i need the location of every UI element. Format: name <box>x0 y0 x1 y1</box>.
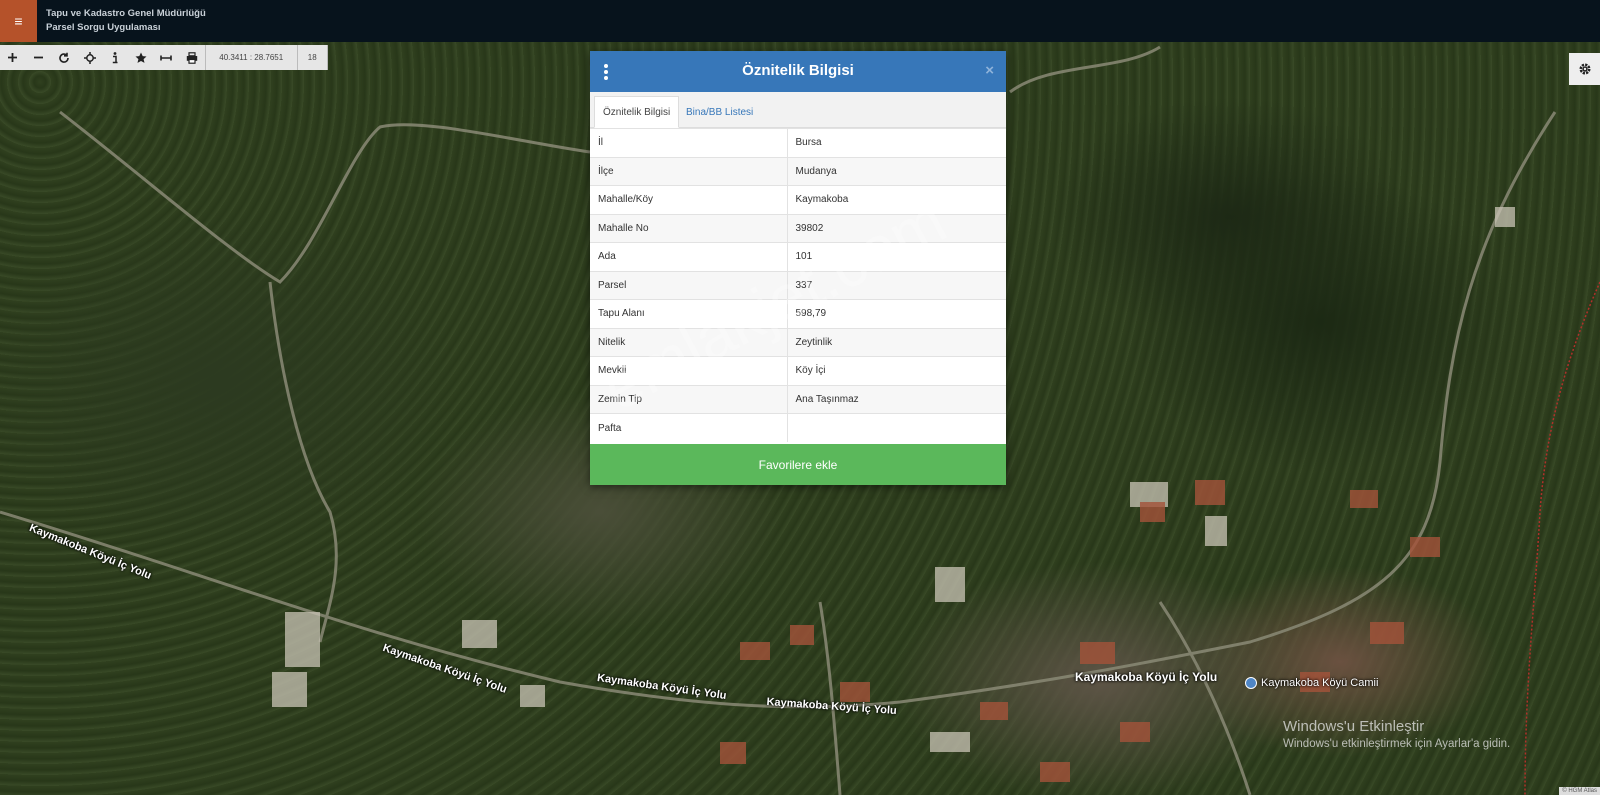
map-toolbar: 40.3411 : 28.7651 18 <box>0 45 328 70</box>
map-copyright: © HGM Atlas <box>1559 787 1600 795</box>
tab-building-list[interactable]: Bina/BB Listesi <box>678 96 761 128</box>
locate-icon <box>83 51 96 64</box>
zoom-out-icon <box>33 56 43 59</box>
close-icon[interactable]: × <box>985 62 994 79</box>
gear-icon <box>1579 63 1590 75</box>
attr-key: Mahalle/Köy <box>590 185 788 214</box>
menu-icon: ≡ <box>14 13 23 29</box>
attr-value: Ana Taşınmaz <box>787 384 1006 414</box>
info-icon <box>112 51 118 63</box>
favorites-button[interactable] <box>128 45 154 70</box>
table-row: İlçe Mudanya <box>590 156 1006 186</box>
popup-title: Öznitelik Bilgisi <box>742 62 854 79</box>
windows-activation-title: Windows'u Etkinleştir <box>1283 718 1425 735</box>
poi-label: Kaymakoba Köyü Camii <box>1245 677 1378 689</box>
attr-value: Mudanya <box>787 156 1006 186</box>
measure-icon <box>160 55 173 60</box>
app-header: ≡ Tapu ve Kadastro Genel Müdürlüğü Parse… <box>0 0 1600 42</box>
measure-button[interactable] <box>154 45 180 70</box>
refresh-button[interactable] <box>51 45 77 70</box>
refresh-icon <box>59 52 69 63</box>
attr-value: Zeytinlik <box>787 327 1006 357</box>
zoom-level-readout: 18 <box>296 45 327 70</box>
attr-key: Pafta <box>590 413 788 442</box>
app-title-line2: Parsel Sorgu Uygulaması <box>46 22 161 33</box>
attr-key: İlçe <box>590 156 788 186</box>
print-icon <box>186 51 198 64</box>
tab-attribute-info[interactable]: Öznitelik Bilgisi <box>594 96 680 128</box>
mosque-pin-icon <box>1245 677 1257 689</box>
locate-button[interactable] <box>77 45 103 70</box>
star-icon <box>135 52 147 63</box>
zoom-out-button[interactable] <box>26 45 52 70</box>
print-button[interactable] <box>179 45 205 70</box>
zoom-in-icon <box>8 53 18 62</box>
info-button[interactable] <box>102 45 128 70</box>
table-row: Mahalle/Köy Kaymakoba <box>590 185 1006 214</box>
attr-value: Bursa <box>787 128 1006 157</box>
attr-key: Mahalle No <box>590 213 788 243</box>
windows-activation-notice: Windows'u Etkinleştir Windows'u etkinleş… <box>1283 718 1510 750</box>
popup-tabs: Öznitelik Bilgisi Bina/BB Listesi <box>590 92 1006 128</box>
table-row: Pafta <box>590 413 1006 442</box>
menu-button[interactable]: ≡ <box>0 0 37 42</box>
windows-activation-subtitle: Windows'u etkinleştirmek için Ayarlar'a … <box>1283 738 1511 750</box>
app-title-line1: Tapu ve Kadastro Genel Müdürlüğü <box>46 8 206 19</box>
attr-key: İl <box>590 128 788 157</box>
attr-value <box>787 413 1006 442</box>
popup-header: Öznitelik Bilgisi × <box>590 51 1006 92</box>
app-title: Tapu ve Kadastro Genel Müdürlüğü Parsel … <box>46 7 206 35</box>
coordinate-readout: 40.3411 : 28.7651 <box>204 45 297 70</box>
zoom-in-button[interactable] <box>0 45 26 70</box>
attr-key: Ada <box>590 242 788 271</box>
table-row: İl Bursa <box>590 128 1006 157</box>
attr-value: Köy İçi <box>787 356 1006 385</box>
add-to-favorites-button[interactable]: Favorilere ekle <box>590 444 1006 485</box>
road-label: Kaymakoba Köyü İç Yolu <box>1075 670 1218 684</box>
settings-button[interactable] <box>1569 53 1600 85</box>
